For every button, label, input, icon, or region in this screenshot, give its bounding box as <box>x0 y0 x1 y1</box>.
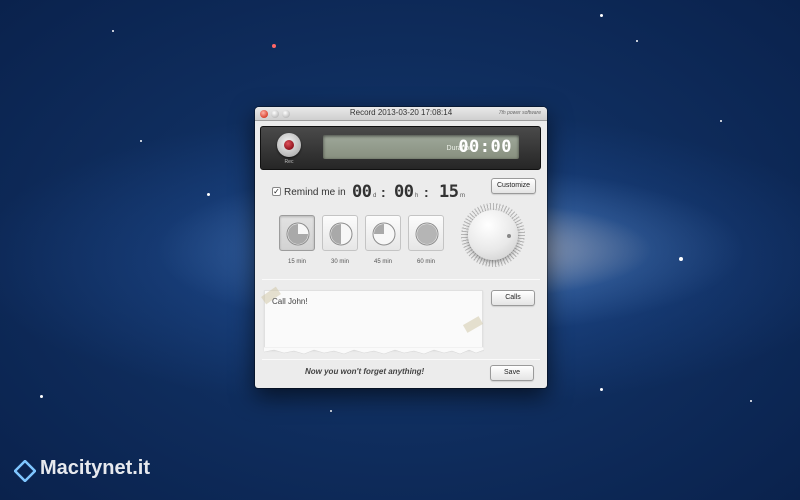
timer-pie-icon <box>329 222 353 246</box>
days-value[interactable]: 00 <box>352 182 372 202</box>
watermark-logo-icon <box>14 460 36 482</box>
timer-pie-icon <box>372 222 396 246</box>
reminder-dial[interactable] <box>468 210 518 260</box>
title-bar[interactable]: Record 2013-03-20 17:08:14 7th power sof… <box>255 107 547 121</box>
separator: : <box>381 184 386 200</box>
preset-3-label: 45 min <box>373 259 392 265</box>
preset-2-label: 30 min <box>330 259 349 265</box>
app-window: Record 2013-03-20 17:08:14 7th power sof… <box>255 107 547 388</box>
separator: : <box>424 184 429 200</box>
divider <box>262 359 540 360</box>
preset-3-button[interactable] <box>365 215 401 251</box>
save-button[interactable]: Save <box>490 365 534 381</box>
timer-pie-icon <box>286 222 310 246</box>
preset-2-button[interactable] <box>322 215 358 251</box>
customize-button[interactable]: Customize <box>491 178 536 194</box>
duration-display: Duration 00:00 <box>323 135 519 159</box>
star <box>112 30 114 32</box>
timer-pie-fill <box>374 224 384 234</box>
duration-value: 00:00 <box>458 137 512 157</box>
star <box>636 40 638 42</box>
star <box>750 400 752 402</box>
hours-unit: h <box>415 193 419 199</box>
tagline: Now you won't forget anything! <box>305 367 425 376</box>
record-icon <box>284 140 294 150</box>
minutes-unit: m <box>460 193 465 199</box>
remind-checkbox[interactable]: ✓ <box>272 187 281 196</box>
torn-edge <box>264 347 484 355</box>
note-text[interactable]: Call John! <box>272 297 308 306</box>
star <box>40 395 43 398</box>
minutes-value[interactable]: 15 <box>439 182 459 202</box>
star <box>720 120 722 122</box>
star <box>272 44 276 48</box>
star <box>330 410 332 412</box>
star <box>140 140 142 142</box>
preset-4-button[interactable] <box>408 215 444 251</box>
watermark-text: Macitynet.it <box>40 457 151 479</box>
brand-logo: 7th power software <box>498 110 541 116</box>
days-unit: d <box>373 193 377 199</box>
record-button[interactable] <box>277 133 301 157</box>
hours-value[interactable]: 00 <box>394 182 414 202</box>
star <box>679 257 683 261</box>
remind-label: Remind me in <box>284 187 346 198</box>
timer-pie-fill <box>417 224 437 244</box>
preset-1-button[interactable] <box>279 215 315 251</box>
preset-4-label: 60 min <box>416 259 435 265</box>
calls-button[interactable]: Calls <box>491 290 535 306</box>
timer-pie-icon <box>415 222 439 246</box>
preset-1-label: 15 min <box>287 259 306 265</box>
star <box>600 388 603 391</box>
star <box>600 14 603 17</box>
star <box>207 193 210 196</box>
dial-indicator <box>507 234 511 238</box>
divider <box>262 279 540 280</box>
record-label: Rec <box>284 159 294 165</box>
recorder-bar: Rec Duration 00:00 <box>260 126 541 170</box>
